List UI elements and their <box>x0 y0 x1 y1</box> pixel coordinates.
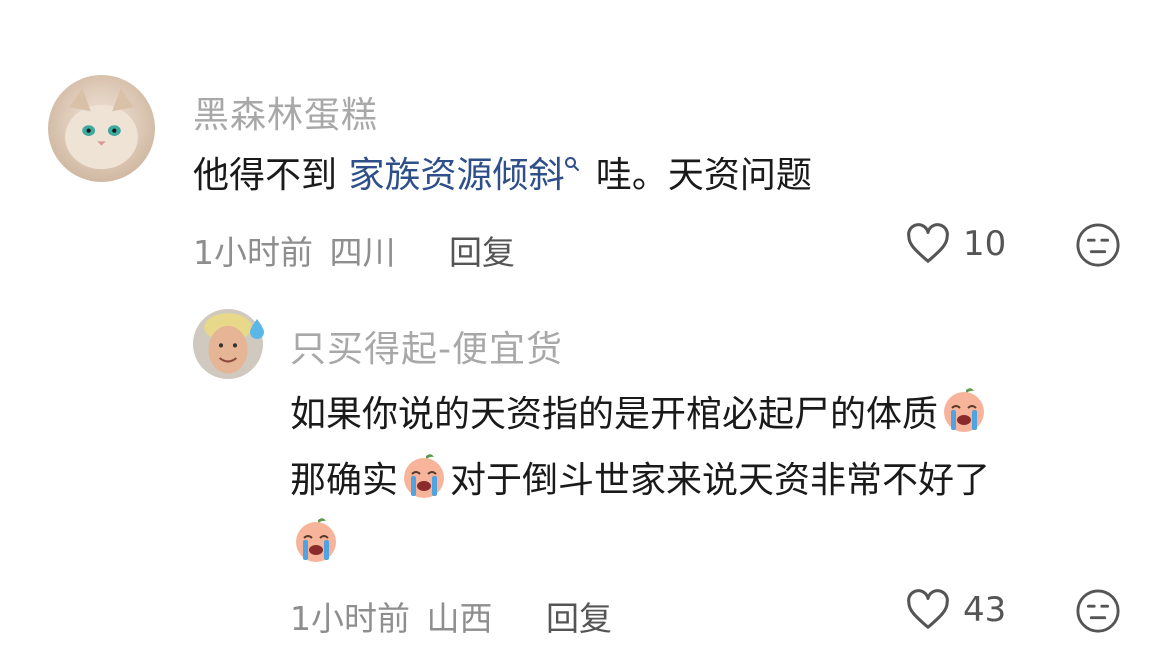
username[interactable]: 只买得起-便宜货 <box>290 320 563 372</box>
crying-peach-emoji <box>404 454 445 498</box>
comment-text-before: 他得不到 <box>193 155 349 196</box>
reply-meta: 1小时前 山西 <box>290 592 493 640</box>
comment-location: 四川 <box>329 233 396 272</box>
reply-button[interactable]: 回复 <box>449 226 515 274</box>
reply-text-line2: 那确实 对于倒斗世家来说天资非常不好了 <box>290 450 990 507</box>
like-count: 10 <box>963 224 1007 264</box>
username[interactable]: 黑森林蛋糕 <box>193 86 378 138</box>
like-button[interactable]: 43 <box>905 588 1006 632</box>
comment-text-after: 哇。天资问题 <box>584 155 812 196</box>
badge-drop-icon <box>250 319 264 339</box>
comment-meta: 1小时前 四川 <box>193 226 396 274</box>
reply-text-part: 对于倒斗世家来说天资非常不好了 <box>450 460 991 501</box>
heart-outline-icon <box>907 589 949 629</box>
neutral-face-icon[interactable] <box>1075 222 1121 268</box>
reply-time: 1小时前 <box>290 599 410 638</box>
like-button[interactable]: 10 <box>905 222 1006 266</box>
neutral-face-icon[interactable] <box>1075 588 1121 634</box>
reply-text-line1: 如果你说的天资指的是开棺必起尸的体质 <box>290 384 990 441</box>
reply-text-part: 如果你说的天资指的是开棺必起尸的体质 <box>290 394 939 435</box>
reply-text-part: 那确实 <box>290 460 399 501</box>
reply-button[interactable]: 回复 <box>546 592 612 640</box>
reply-text-line3 <box>290 514 342 571</box>
comment-text: 他得不到 家族资源倾斜 哇。天资问题 <box>193 150 812 202</box>
cat-avatar-image <box>48 75 155 182</box>
heart-outline-icon <box>907 223 949 263</box>
like-count: 43 <box>963 590 1007 630</box>
reply-location: 山西 <box>426 599 493 638</box>
crying-peach-emoji <box>296 518 336 562</box>
search-icon[interactable] <box>564 156 580 172</box>
crying-peach-emoji <box>944 388 985 432</box>
search-link[interactable]: 家族资源倾斜 <box>348 155 564 196</box>
comment-time: 1小时前 <box>193 233 313 272</box>
avatar[interactable] <box>48 75 155 182</box>
